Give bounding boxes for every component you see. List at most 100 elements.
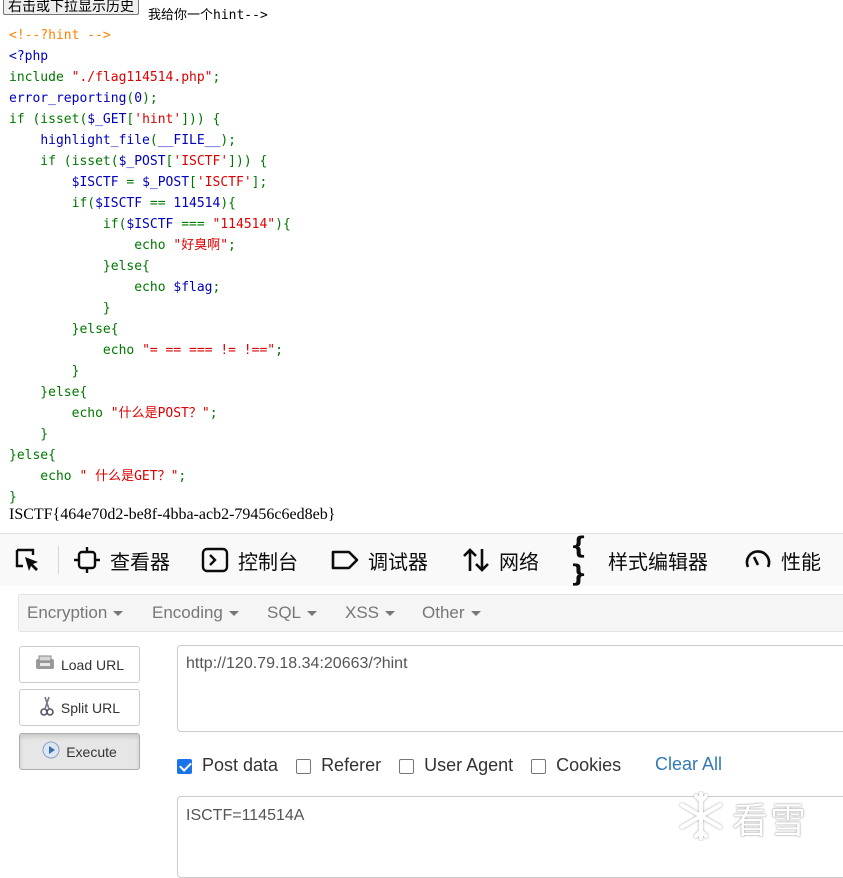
code-token: [ <box>189 175 197 190</box>
style-editor-icon: { } <box>570 532 588 588</box>
code-line: echo $flag; <box>9 277 291 298</box>
post-data-checkbox[interactable] <box>177 758 192 774</box>
clear-all-link[interactable]: Clear All <box>655 754 722 775</box>
code-token: highlight_file <box>40 133 150 148</box>
code-token: ; <box>212 70 221 85</box>
code-token: if (isset( <box>9 154 119 169</box>
load-url-icon <box>35 655 55 674</box>
caret-down-icon <box>228 611 239 617</box>
tab-debugger-label: 调试器 <box>368 549 428 574</box>
option-post-data[interactable]: Post data <box>177 755 278 776</box>
code-token: ); <box>142 91 158 106</box>
play-icon <box>42 741 60 762</box>
code-token: echo <box>9 238 174 253</box>
tab-performance[interactable]: 性能 <box>743 534 821 586</box>
code-token: $_GET <box>87 112 127 127</box>
split-url-button[interactable]: Split URL <box>19 689 140 726</box>
menu-other[interactable]: Other <box>422 595 481 631</box>
code-token: "114514" <box>212 217 276 232</box>
code-line: $ISCTF = $_POST['ISCTF']; <box>9 172 291 193</box>
code-line: } <box>9 298 291 319</box>
code-token: ])) { <box>228 154 268 169</box>
snowflake-icon <box>676 791 726 846</box>
console-icon <box>200 545 230 575</box>
code-token: error_reporting <box>9 91 127 106</box>
menu-xss[interactable]: XSS <box>345 595 396 631</box>
code-token: echo <box>9 469 80 484</box>
tab-network[interactable]: 网络 <box>461 534 539 586</box>
code-line: error_reporting(0); <box>9 88 291 109</box>
code-line: echo "好臭啊"; <box>9 235 291 256</box>
code-token: echo <box>9 343 143 358</box>
user-agent-checkbox[interactable] <box>399 758 415 774</box>
code-token: ){ <box>220 196 236 211</box>
tab-console[interactable]: 控制台 <box>200 534 298 586</box>
code-token: include <box>9 70 72 85</box>
caret-down-icon <box>113 611 124 617</box>
code-line: } <box>9 424 291 445</box>
code-token: 114514 <box>173 196 221 211</box>
code-token: ( <box>149 133 158 148</box>
history-button[interactable]: 右击或下拉显示历史 <box>3 0 139 15</box>
tab-style-editor[interactable]: { } 样式编辑器 <box>570 532 708 588</box>
code-line: } <box>9 487 291 508</box>
code-line: echo "什么是POST？"; <box>9 403 291 424</box>
hint-comment: 我给你一个hint--> <box>148 8 268 23</box>
menu-encoding[interactable]: Encoding <box>152 595 239 631</box>
page-content: 我给你一个hint--> 右击或下拉显示历史 <!--?hint --> <?ph… <box>0 0 843 532</box>
option-cookies[interactable]: Cookies <box>531 755 621 776</box>
code-line: echo " 什么是GET？"; <box>9 466 291 487</box>
referer-checkbox[interactable] <box>296 758 312 774</box>
code-token: $flag <box>173 280 213 295</box>
code-token: == <box>149 196 174 211</box>
code-line: echo "= == === != !=="; <box>9 340 291 361</box>
code-token: ; <box>209 406 218 421</box>
code-token: 0 <box>134 91 143 106</box>
code-line: }else{ <box>9 445 291 466</box>
code-token: ; <box>275 343 283 358</box>
code-token: " 什么是GET？" <box>79 469 179 484</box>
code-token: if( <box>9 217 127 232</box>
code-line: if (isset($_GET['hint'])) { <box>9 109 291 130</box>
code-token: echo <box>9 280 174 295</box>
menu-sql[interactable]: SQL <box>267 595 318 631</box>
code-token: $ISCTF <box>95 196 150 211</box>
split-url-label: Split URL <box>60 699 121 716</box>
code-token: if( <box>9 196 96 211</box>
caret-down-icon <box>307 611 318 617</box>
code-line: <?php <box>9 46 291 67</box>
post-data-value: ISCTF=114514A <box>186 807 305 824</box>
code-token: 'ISCTF' <box>173 154 229 169</box>
tab-inspector[interactable]: 查看器 <box>72 534 170 586</box>
code-token: $ISCTF <box>71 175 127 190</box>
menu-encryption[interactable]: Encryption <box>27 595 124 631</box>
code-token: echo <box>9 406 111 421</box>
request-options: Post data Referer User Agent Cookies <box>177 753 639 777</box>
cookies-checkbox[interactable] <box>531 758 547 774</box>
devtools-toolbar: 查看器 控制台 调试器 网络 { } 样式编辑器 性能 <box>0 532 843 588</box>
toolbar-divider <box>58 546 59 574</box>
load-url-button[interactable]: Load URL <box>19 646 140 683</box>
code-token: } <box>9 364 80 379</box>
code-token: __FILE__ <box>157 133 221 148</box>
code-token: 'ISCTF' <box>196 175 252 190</box>
code-line: if($ISCTF === "114514"){ <box>9 214 291 235</box>
tab-performance-label: 性能 <box>781 549 821 574</box>
kanxue-watermark: 看雪 <box>676 788 836 848</box>
url-input[interactable]: http://120.79.18.34:20663/?hint <box>177 645 843 732</box>
code-token: }else{ <box>9 322 119 337</box>
option-referer[interactable]: Referer <box>296 755 381 776</box>
tab-debugger[interactable]: 调试器 <box>330 534 428 586</box>
network-icon <box>461 545 491 575</box>
code-line: include "./flag114514.php"; <box>9 67 291 88</box>
code-line: }else{ <box>9 319 291 340</box>
option-user-agent[interactable]: User Agent <box>399 755 513 776</box>
execute-button[interactable]: Execute <box>19 733 140 770</box>
php-source-code: <!--?hint --> <?php include "./flag114514.… <box>9 25 291 508</box>
code-token: "./flag114514.php" <box>71 70 213 85</box>
code-line: if (isset($_POST['ISCTF'])) { <box>9 151 291 172</box>
element-picker-button[interactable] <box>12 534 42 586</box>
caret-down-icon <box>385 611 396 617</box>
code-token: <?php <box>9 49 49 64</box>
